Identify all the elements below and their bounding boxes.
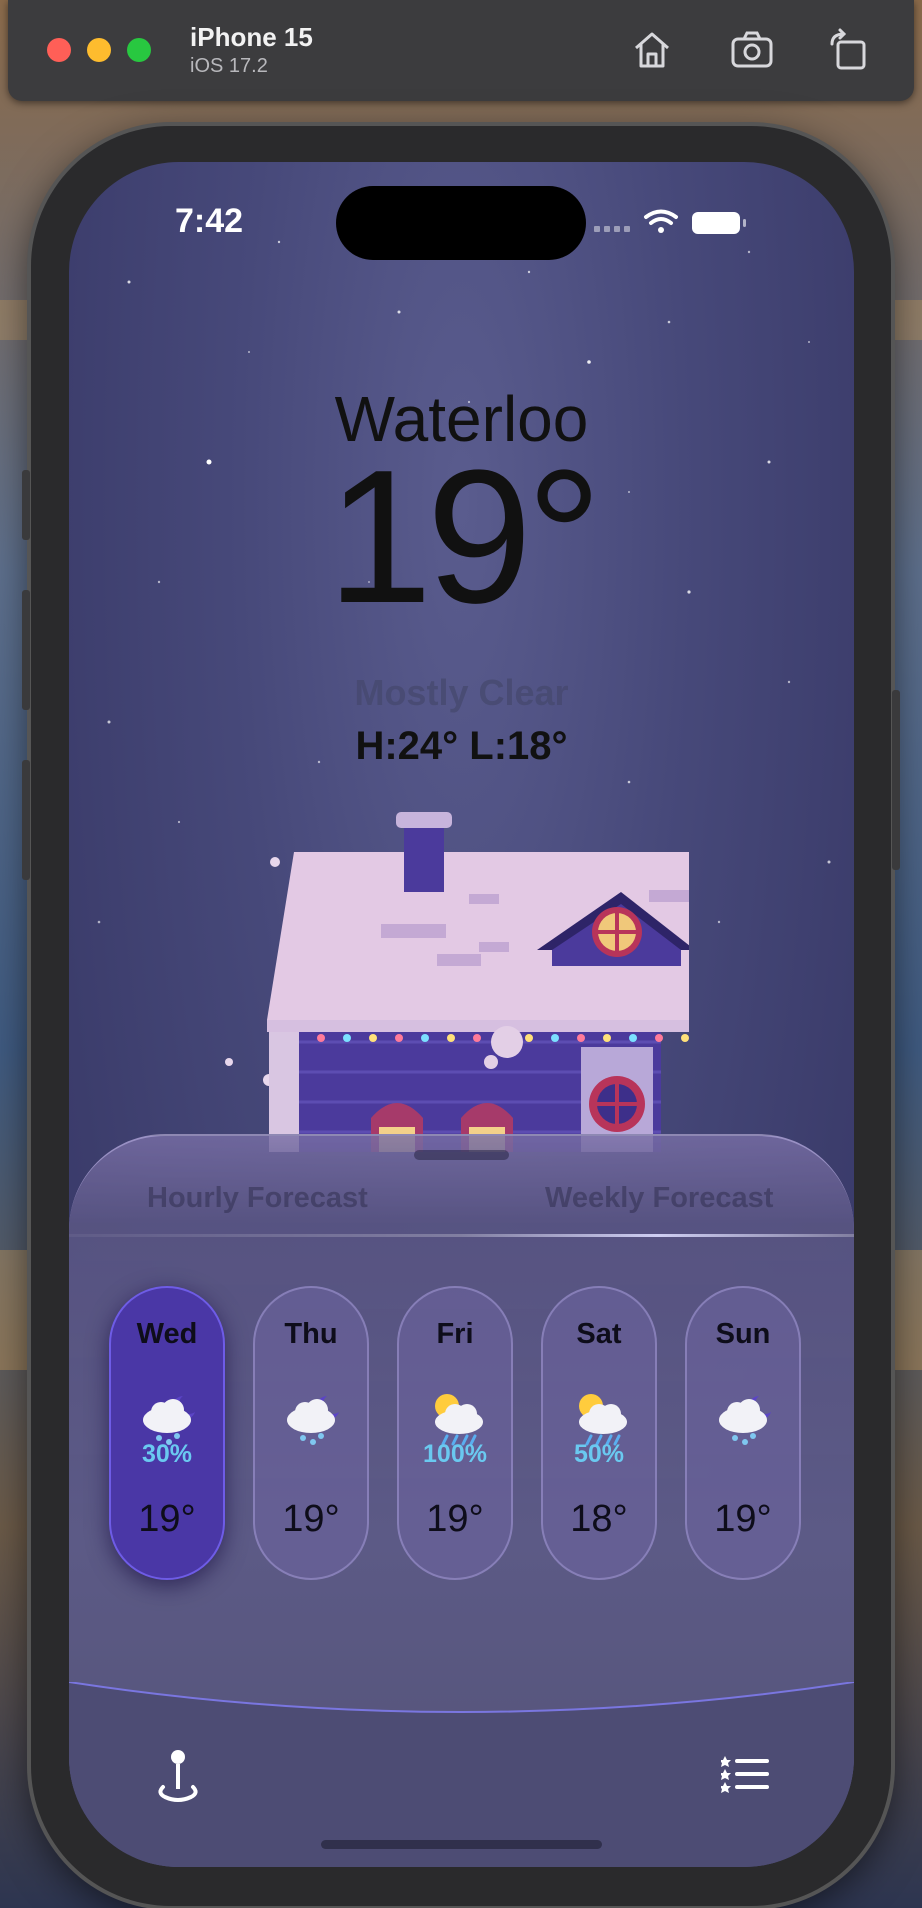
precipitation-chance: 100% [423, 1440, 487, 1468]
day-name: Sat [576, 1318, 622, 1350]
tab-underline [69, 1234, 854, 1237]
precipitation-chance: 30% [141, 1440, 193, 1468]
cloud-moon-snow-icon [719, 1396, 771, 1445]
os-version: iOS 17.2 [190, 55, 268, 77]
status-time: 7:42 [175, 202, 244, 240]
home-icon[interactable] [628, 26, 676, 74]
dynamic-island [336, 186, 586, 260]
high-low-temperature: H:24° L:18° [355, 724, 568, 768]
sheet-grabber[interactable] [414, 1150, 509, 1160]
status-icons [594, 209, 746, 234]
day-temperature: 19° [426, 1498, 484, 1540]
battery-icon [692, 212, 746, 234]
phone-screen: 7:42 Waterloo 19° Mostly Clear H:24° L:1… [69, 162, 854, 1867]
tab-weekly-forecast[interactable]: Weekly Forecast [545, 1182, 773, 1215]
action-button[interactable] [22, 470, 30, 540]
map-pin-icon[interactable] [153, 1747, 203, 1803]
day-temperature: 19° [138, 1498, 196, 1540]
power-button[interactable] [892, 690, 900, 870]
day-card-wed[interactable]: Wed 30% 19° [109, 1286, 225, 1580]
cloud-sun-rain-icon [579, 1394, 627, 1446]
volume-down-button[interactable] [22, 760, 30, 880]
day-name: Fri [436, 1318, 474, 1350]
weather-condition: Mostly Clear [354, 672, 569, 713]
precipitation-chance: 50% [573, 1440, 625, 1468]
cellular-signal-icon [594, 226, 630, 232]
day-temperature: 19° [714, 1498, 772, 1540]
day-name: Thu [284, 1318, 338, 1350]
cloud-sun-rain-icon [435, 1394, 483, 1446]
wifi-icon [644, 209, 678, 233]
simulator-titlebar: iPhone 15 iOS 17.2 [8, 0, 914, 101]
volume-up-button[interactable] [22, 590, 30, 710]
list-icon[interactable] [721, 1754, 769, 1794]
day-name: Wed [136, 1318, 198, 1350]
day-card-sat[interactable]: Sat 50% 18° [541, 1286, 657, 1580]
minimize-window-button[interactable] [87, 38, 111, 62]
home-indicator[interactable] [321, 1840, 602, 1849]
day-card-thu[interactable]: Thu 19° [253, 1286, 369, 1580]
day-card-sun[interactable]: Sun 19° [685, 1286, 801, 1580]
zoom-window-button[interactable] [127, 38, 151, 62]
day-temperature: 19° [282, 1498, 340, 1540]
day-name: Sun [715, 1318, 771, 1350]
camera-icon[interactable] [728, 26, 776, 74]
current-temperature: 19° [326, 431, 602, 643]
cloud-moon-snow-icon [287, 1396, 339, 1445]
day-temperature: 18° [570, 1498, 628, 1540]
house-illustration [225, 812, 689, 1152]
close-window-button[interactable] [47, 38, 71, 62]
tab-hourly-forecast[interactable]: Hourly Forecast [147, 1182, 368, 1215]
device-name: iPhone 15 [190, 22, 313, 52]
day-card-fri[interactable]: Fri 100% 19° [397, 1286, 513, 1580]
cloud-moon-snow-icon [143, 1396, 195, 1445]
rotate-icon[interactable] [824, 26, 872, 74]
